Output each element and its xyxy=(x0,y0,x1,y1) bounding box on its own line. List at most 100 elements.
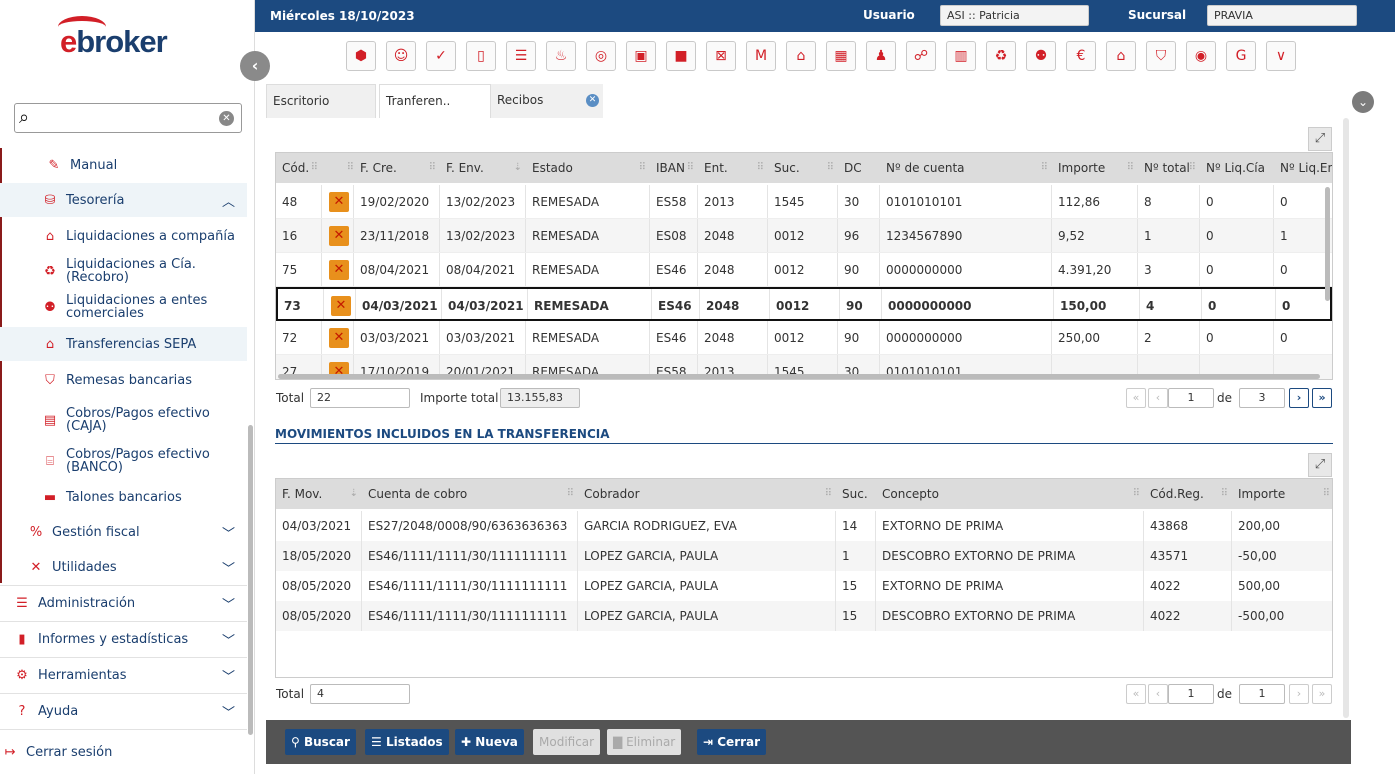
delete-row-icon[interactable]: ✕ xyxy=(329,192,349,212)
first-page-button[interactable]: « xyxy=(1126,684,1146,704)
table-row[interactable]: ✕ 75 08/04/2021 08/04/2021 REMESADA ES46 2048 0… xyxy=(276,253,1332,287)
col-fenv[interactable]: F. Env. ⇣ xyxy=(440,153,526,183)
table-row[interactable]: ✕ 48 19/02/2020 13/02/2023 REMESADA ES58 2013 1… xyxy=(276,185,1332,219)
people-euro-icon[interactable]: ⚉ xyxy=(1026,41,1056,71)
branch-field[interactable]: PRAVIA xyxy=(1207,5,1357,26)
sidebar-item-liquidaciones-entes[interactable]: ⚉ Liquidaciones a entes comerciales xyxy=(0,292,247,322)
last-page-button[interactable]: » xyxy=(1312,388,1332,408)
close-button[interactable]: ⇥ Cerrar xyxy=(697,729,767,755)
expand-movements-icon[interactable]: ⤢ xyxy=(1308,453,1332,477)
close-tab-icon[interactable]: ✕ xyxy=(586,94,599,107)
col-concepto[interactable]: Concepto ⠿ xyxy=(876,479,1144,509)
sidebar-item-cobros-banco[interactable]: ⌸ Cobros/Pagos efectivo (BANCO) xyxy=(0,446,247,476)
col-suc[interactable]: Suc. ⠿ xyxy=(768,153,838,183)
list-item[interactable]: 08/05/2020 ES46/1111/1111/30/1111111111 LO… xyxy=(276,571,1332,601)
first-page-button[interactable]: « xyxy=(1126,388,1146,408)
money-icon[interactable]: ▣ xyxy=(626,41,656,71)
expand-grid-icon[interactable]: ⤢ xyxy=(1308,127,1332,151)
movements-total-field[interactable]: 4 xyxy=(310,684,410,704)
g-app-icon[interactable]: G xyxy=(1226,41,1256,71)
col-suc-mov[interactable]: Suc. xyxy=(836,479,876,509)
col-fcre[interactable]: F. Cre. ⠿ xyxy=(354,153,440,183)
table-row[interactable]: ✕ 72 03/03/2021 03/03/2021 REMESADA ES46 2048 0… xyxy=(276,321,1332,355)
building-icon[interactable]: ▦ xyxy=(826,41,856,71)
group-icon[interactable]: ☍ xyxy=(906,41,936,71)
col-ntotal[interactable]: Nº total ⠿ xyxy=(1138,153,1200,183)
col-nliqcia[interactable]: Nº Liq.Cía xyxy=(1200,153,1274,183)
last-page-button[interactable]: » xyxy=(1312,684,1332,704)
col-cobrador[interactable]: Cobrador ⠿ xyxy=(578,479,836,509)
movements-page-input[interactable]: 1 xyxy=(1168,684,1214,704)
sidebar-item-cobros-caja[interactable]: ▤ Cobros/Pagos efectivo (CAJA) xyxy=(0,405,247,435)
sidebar-item-talones[interactable]: ▬ Talones bancarios xyxy=(0,485,247,509)
prev-page-button[interactable]: ‹ xyxy=(1148,684,1168,704)
products-icon[interactable]: ⬢ xyxy=(346,41,376,71)
sidebar-scrollbar[interactable] xyxy=(248,425,253,735)
target-icon[interactable]: ◎ xyxy=(586,41,616,71)
col-iban[interactable]: IBAN ⠿ xyxy=(650,153,698,183)
sidebar-item-ayuda[interactable]: ? Ayuda ﹀ xyxy=(0,699,247,723)
user-icon[interactable]: ♟ xyxy=(866,41,896,71)
shopping-bag-icon[interactable]: ⊠ xyxy=(706,41,736,71)
sidebar-item-transferencias-sepa[interactable]: ⌂ Transferencias SEPA xyxy=(0,327,247,361)
sidebar-item-administracion[interactable]: ☰ Administración ﹀ xyxy=(0,591,247,615)
expand-tabs-icon[interactable]: ⌄ xyxy=(1352,91,1374,113)
col-dc[interactable]: DC xyxy=(838,153,880,183)
ebroker-logo[interactable]: ebroker xyxy=(58,16,168,60)
col-codreg[interactable]: Cód.Reg. ⠿ xyxy=(1144,479,1232,509)
next-page-button[interactable]: › xyxy=(1289,684,1309,704)
sidebar-item-liquidaciones-recobro[interactable]: ♻ Liquidaciones a Cía. (Recobro) xyxy=(0,256,247,286)
home-doc-icon[interactable]: ⌂ xyxy=(786,41,816,71)
claims-fire-icon[interactable]: ♨ xyxy=(546,41,576,71)
client-check-icon[interactable]: ✓ xyxy=(426,41,456,71)
receipt-list-icon[interactable]: ☰ xyxy=(506,41,536,71)
mail-m-icon[interactable]: M xyxy=(746,41,776,71)
sidebar-item-herramientas[interactable]: ⚙ Herramientas ﹀ xyxy=(0,663,247,687)
sidebar-item-liquidaciones-compania[interactable]: ⌂ Liquidaciones a compañía xyxy=(0,224,247,248)
sidebar-item-utilidades[interactable]: ✕ Utilidades ﹀ xyxy=(0,555,247,579)
policy-icon[interactable]: ▯ xyxy=(466,41,496,71)
delete-row-icon[interactable]: ✕ xyxy=(329,260,349,280)
tab-escritorio[interactable]: Escritorio xyxy=(266,84,376,118)
list-item[interactable]: 08/05/2020 ES46/1111/1111/30/1111111111 LO… xyxy=(276,601,1332,631)
transfers-h-scrollbar[interactable] xyxy=(278,374,1320,379)
col-importe[interactable]: Importe ⠿ xyxy=(1052,153,1138,183)
col-importe-mov[interactable]: Importe ⠿ xyxy=(1232,479,1332,509)
tab-recibos[interactable]: Recibos ✕ xyxy=(491,84,603,118)
modify-button[interactable]: Modificar xyxy=(533,729,601,755)
page-input[interactable]: 1 xyxy=(1168,388,1214,408)
delete-row-icon[interactable]: ✕ xyxy=(329,226,349,246)
col-estado[interactable]: Estado ⠿ xyxy=(526,153,650,183)
delete-row-icon[interactable]: ✕ xyxy=(329,328,349,348)
briefcase-icon[interactable]: ■ xyxy=(666,41,696,71)
company-icon[interactable]: ▥ xyxy=(946,41,976,71)
logout-link[interactable]: ↦ Cerrar sesión xyxy=(0,740,247,764)
euro-circle-icon[interactable]: € xyxy=(1066,41,1096,71)
sidebar-item-informes[interactable]: ▮ Informes y estadísticas ﹀ xyxy=(0,627,247,651)
table-row[interactable]: ✕ 16 23/11/2018 13/02/2023 REMESADA ES08 2048 0… xyxy=(276,219,1332,253)
col-fmov[interactable]: F. Mov. ⇣ xyxy=(276,479,362,509)
recycle-euro-icon[interactable]: ♻ xyxy=(986,41,1016,71)
col-nliqen[interactable]: Nº Liq.En xyxy=(1274,153,1332,183)
next-page-button[interactable]: › xyxy=(1289,388,1309,408)
eye-icon[interactable]: ◉ xyxy=(1186,41,1216,71)
col-action[interactable]: ⠿ xyxy=(322,153,358,183)
clear-search-icon[interactable]: ✕ xyxy=(219,111,234,126)
transfers-v-scrollbar[interactable] xyxy=(1325,187,1330,301)
list-item[interactable]: 18/05/2020 ES46/1111/1111/30/1111111111 LO… xyxy=(276,541,1332,571)
delete-row-icon[interactable]: ✕ xyxy=(331,296,351,316)
shield-euro-icon[interactable]: ⛉ xyxy=(1146,41,1176,71)
delete-button[interactable]: ▇ Eliminar xyxy=(607,729,682,755)
client-query-icon[interactable]: ☺ xyxy=(386,41,416,71)
col-cuenta-cobro[interactable]: Cuenta de cobro ⠿ xyxy=(362,479,578,509)
user-field[interactable]: ASI :: Patricia xyxy=(940,5,1089,26)
list-item[interactable]: 04/03/2021 ES27/2048/0008/90/6363636363 GA… xyxy=(276,511,1332,541)
search-input[interactable]: ⌕ ✕ xyxy=(14,103,242,133)
more-chevron-icon[interactable]: ∨ xyxy=(1266,41,1296,71)
sidebar-item-gestion-fiscal[interactable]: % Gestión fiscal ﹀ xyxy=(0,520,247,544)
total-field[interactable]: 22 xyxy=(310,388,410,408)
house-euro-icon[interactable]: ⌂ xyxy=(1106,41,1136,71)
collapse-sidebar-button[interactable]: ‹ xyxy=(240,51,270,81)
tab-transferencias[interactable]: Tranferen.. xyxy=(379,84,491,118)
lists-button[interactable]: ☰ Listados xyxy=(365,729,449,755)
